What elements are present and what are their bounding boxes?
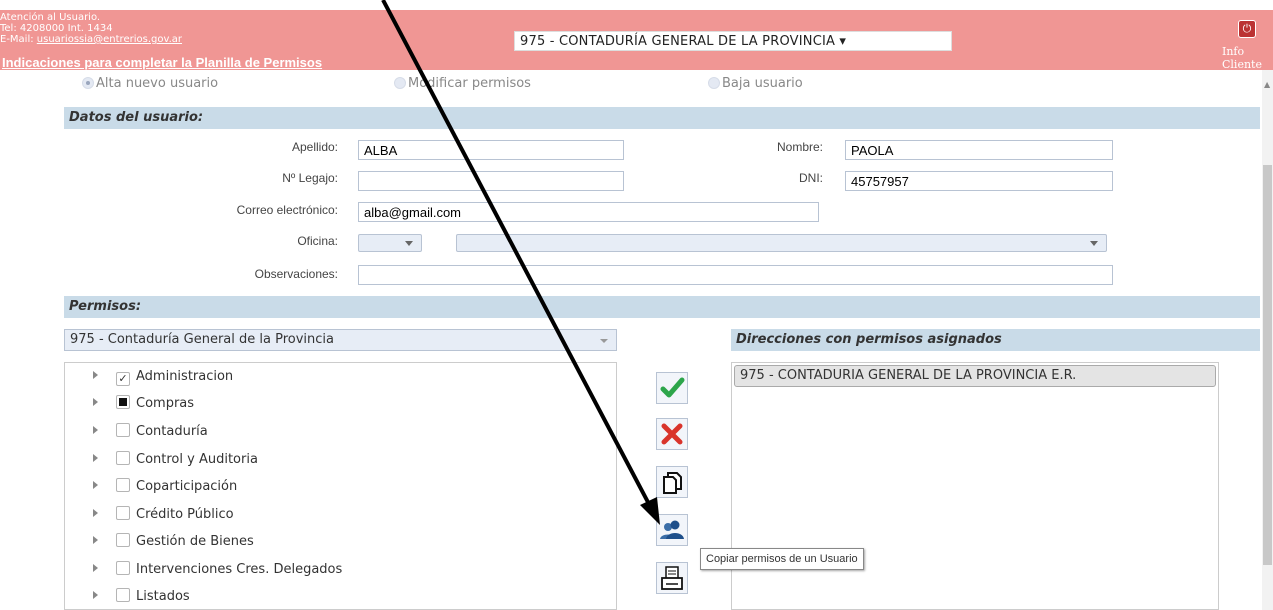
- tree-item-label: Administracion: [136, 369, 234, 384]
- dni-input[interactable]: 45757957: [845, 171, 1113, 191]
- permisos-dropdown-value: 975 - Contaduría General de la Provincia: [70, 332, 334, 347]
- copy-permissions-tooltip: Copiar permisos de un Usuario: [700, 548, 864, 570]
- radio-button-icon[interactable]: [708, 77, 720, 89]
- dni-label: DNI:: [799, 171, 823, 185]
- radio-label: Modificar permisos: [408, 76, 531, 91]
- copy-document-button[interactable]: [656, 466, 688, 498]
- tree-item[interactable]: Intervenciones Cres. Delegados: [93, 560, 342, 580]
- print-icon: [661, 566, 683, 590]
- legajo-input[interactable]: [358, 171, 624, 191]
- tree-item-label: Contaduría: [136, 424, 208, 439]
- tree-item[interactable]: Crédito Público: [93, 505, 234, 525]
- checkbox[interactable]: [116, 533, 130, 547]
- email-label: Correo electrónico:: [236, 203, 338, 217]
- contact-email-label: E-Mail:: [0, 34, 34, 45]
- contact-info: Atención al Usuario. Tel: 4208000 Int. 1…: [0, 12, 182, 45]
- print-button[interactable]: [656, 562, 688, 594]
- user-data-section-header: Datos del usuario:: [64, 107, 1260, 129]
- checkbox-checked[interactable]: ✓: [116, 372, 130, 386]
- tree-item[interactable]: Gestión de Bienes: [93, 532, 254, 552]
- direction-item[interactable]: 975 - CONTADURIA GENERAL DE LA PROVINCIA…: [734, 365, 1216, 387]
- expand-caret-icon[interactable]: [93, 454, 98, 462]
- radio-label: Baja usuario: [722, 76, 803, 91]
- expand-caret-icon[interactable]: [93, 398, 98, 406]
- permisos-section-header: Permisos:: [64, 296, 1260, 318]
- tree-item-label: Coparticipación: [136, 479, 238, 494]
- radio-modificar-permisos[interactable]: Modificar permisos: [394, 76, 531, 91]
- contact-phone: Tel: 4208000 Int. 1434: [0, 23, 113, 34]
- instructions-link[interactable]: Indicaciones para completar la Planilla …: [2, 55, 322, 70]
- checkbox-partial[interactable]: [116, 395, 130, 409]
- oficina-label: Oficina:: [297, 234, 338, 248]
- user-copy-icon: [660, 520, 684, 539]
- contact-email-link[interactable]: usuariossia@entrerios.gov.ar: [37, 34, 182, 45]
- tree-item-label: Compras: [136, 396, 195, 411]
- organization-selector[interactable]: 975 - CONTADURÍA GENERAL DE LA PROVINCIA…: [514, 31, 952, 51]
- checkbox[interactable]: [116, 588, 130, 602]
- chevron-down-icon: [405, 241, 413, 246]
- power-icon[interactable]: ⏻: [1238, 20, 1256, 38]
- radio-button-icon[interactable]: [82, 77, 94, 89]
- oficina-code-dropdown[interactable]: [358, 234, 422, 252]
- apellido-input[interactable]: ALBA: [358, 140, 624, 160]
- legajo-label: Nº Legajo:: [282, 171, 338, 185]
- tree-item[interactable]: Compras: [93, 394, 194, 414]
- expand-caret-icon[interactable]: [93, 509, 98, 517]
- expand-caret-icon[interactable]: [93, 371, 98, 379]
- tree-item-label: Crédito Público: [136, 507, 234, 522]
- checkbox[interactable]: [116, 561, 130, 575]
- radio-alta-usuario[interactable]: Alta nuevo usuario: [82, 76, 218, 91]
- copy-document-icon: [663, 472, 682, 494]
- directions-header: Direcciones con permisos asignados: [731, 329, 1260, 351]
- confirm-button[interactable]: [656, 372, 688, 404]
- tree-item-label: Control y Auditoria: [136, 452, 258, 467]
- contact-title: Atención al Usuario.: [0, 12, 101, 23]
- nombre-label: Nombre:: [776, 140, 823, 154]
- directions-list: 975 - CONTADURIA GENERAL DE LA PROVINCIA…: [731, 362, 1219, 610]
- scroll-up-arrow-icon[interactable]: ▲: [1264, 80, 1270, 89]
- email-input[interactable]: alba@gmail.com: [358, 202, 819, 222]
- close-x-icon: [661, 423, 683, 445]
- radio-label: Alta nuevo usuario: [96, 76, 219, 91]
- expand-caret-icon[interactable]: [93, 536, 98, 544]
- info-cliente-link[interactable]: Info Cliente: [1222, 45, 1273, 71]
- nombre-input[interactable]: PAOLA: [845, 140, 1113, 160]
- tree-item-label: Gestión de Bienes: [136, 534, 254, 549]
- expand-caret-icon[interactable]: [93, 591, 98, 599]
- chevron-down-icon: [600, 339, 608, 343]
- checkmark-icon: [660, 377, 685, 398]
- tree-item[interactable]: Coparticipación: [93, 477, 237, 497]
- tree-item[interactable]: Control y Auditoria: [93, 450, 258, 470]
- checkbox[interactable]: [116, 423, 130, 437]
- expand-caret-icon[interactable]: [93, 564, 98, 572]
- contact-email-row: E-Mail: usuariossia@entrerios.gov.ar: [0, 34, 182, 45]
- copy-user-permissions-button[interactable]: [656, 514, 688, 546]
- chevron-down-icon: [1090, 241, 1098, 246]
- tree-item[interactable]: ✓ Administracion: [93, 367, 233, 387]
- expand-caret-icon[interactable]: [93, 481, 98, 489]
- scrollbar-thumb[interactable]: [1263, 165, 1272, 565]
- observaciones-label: Observaciones:: [254, 267, 338, 281]
- observaciones-input[interactable]: [358, 265, 1113, 285]
- permissions-tree: ✓ Administracion Compras Contaduría Contr…: [64, 362, 617, 610]
- delete-button[interactable]: [656, 418, 688, 450]
- tree-item[interactable]: Listados: [93, 587, 190, 607]
- checkbox[interactable]: [116, 478, 130, 492]
- radio-button-icon[interactable]: [394, 77, 406, 89]
- tree-item-label: Listados: [136, 589, 190, 604]
- tree-item[interactable]: Contaduría: [93, 422, 208, 442]
- apellido-label: Apellido:: [291, 140, 338, 154]
- oficina-name-dropdown[interactable]: [456, 234, 1107, 252]
- tree-item-label: Intervenciones Cres. Delegados: [136, 562, 343, 577]
- checkbox[interactable]: [116, 451, 130, 465]
- permisos-organization-dropdown[interactable]: 975 - Contaduría General de la Provincia: [64, 329, 617, 351]
- checkbox[interactable]: [116, 506, 130, 520]
- radio-baja-usuario[interactable]: Baja usuario: [708, 76, 803, 91]
- expand-caret-icon[interactable]: [93, 426, 98, 434]
